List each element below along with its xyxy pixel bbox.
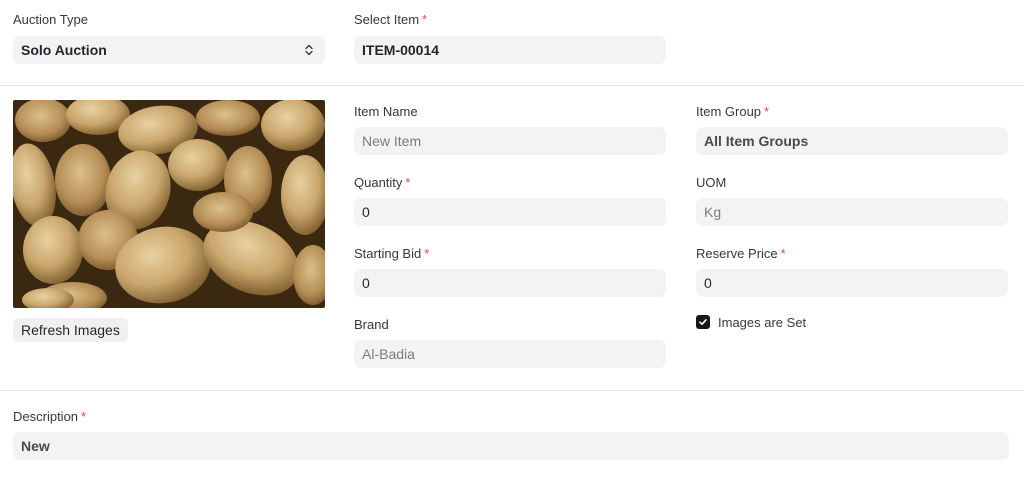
reserve-price-input[interactable]: 0 xyxy=(696,269,1008,297)
required-mark: * xyxy=(422,12,428,27)
item-group-field[interactable]: All Item Groups xyxy=(696,127,1008,155)
uom-label-text: UOM xyxy=(696,175,727,190)
quantity-value: 0 xyxy=(362,204,370,220)
brand-field[interactable]: Al-Badia xyxy=(354,340,666,368)
item-group-value: All Item Groups xyxy=(704,133,809,149)
required-mark: * xyxy=(764,104,770,119)
images-set-checkbox[interactable] xyxy=(696,315,710,329)
reserve-price-value: 0 xyxy=(704,275,712,291)
select-item-label: Select Item * xyxy=(354,12,427,28)
check-icon xyxy=(699,319,707,325)
select-item-value: ITEM-00014 xyxy=(362,42,440,58)
required-mark: * xyxy=(405,175,411,190)
required-mark: * xyxy=(81,409,87,424)
brand-label-text: Brand xyxy=(354,317,389,332)
starting-bid-label-text: Starting Bid xyxy=(354,246,422,261)
reserve-price-label: Reserve Price * xyxy=(696,246,786,262)
quantity-label-text: Quantity xyxy=(354,175,403,190)
quantity-input[interactable]: 0 xyxy=(354,198,666,226)
refresh-images-label: Refresh Images xyxy=(21,322,120,338)
starting-bid-input[interactable]: 0 xyxy=(354,269,666,297)
images-set-label-text: Images are Set xyxy=(718,315,807,330)
required-mark: * xyxy=(424,246,430,261)
item-group-label-text: Item Group xyxy=(696,104,762,119)
auction-type-label: Auction Type xyxy=(13,12,88,28)
chevron-up-down-icon xyxy=(305,36,313,64)
uom-field[interactable]: Kg xyxy=(696,198,1008,226)
refresh-images-button[interactable]: Refresh Images xyxy=(13,318,128,342)
select-item-label-text: Select Item xyxy=(354,12,420,27)
item-name-input[interactable]: New Item xyxy=(354,127,666,155)
starting-bid-label: Starting Bid * xyxy=(354,246,429,262)
description-value: New xyxy=(21,438,50,454)
brand-value: Al-Badia xyxy=(362,346,415,362)
reserve-price-label-text: Reserve Price xyxy=(696,246,778,261)
item-image xyxy=(13,100,325,308)
uom-value: Kg xyxy=(704,204,722,220)
item-group-label: Item Group * xyxy=(696,104,769,120)
section-divider xyxy=(0,85,1024,86)
starting-bid-value: 0 xyxy=(362,275,370,291)
auction-type-label-text: Auction Type xyxy=(13,12,88,27)
item-name-label: Item Name xyxy=(354,104,418,120)
auction-type-select[interactable]: Solo Auction xyxy=(13,36,325,64)
item-name-label-text: Item Name xyxy=(354,104,418,119)
brand-label: Brand xyxy=(354,317,389,333)
required-mark: * xyxy=(780,246,786,261)
quantity-label: Quantity * xyxy=(354,175,410,191)
description-label-text: Description xyxy=(13,409,79,424)
description-label: Description * xyxy=(13,409,86,425)
auction-type-value: Solo Auction xyxy=(21,42,107,58)
select-item-field[interactable]: ITEM-00014 xyxy=(354,36,666,64)
section-divider xyxy=(0,390,1024,391)
images-set-label: Images are Set xyxy=(718,315,806,331)
uom-label: UOM xyxy=(696,175,726,191)
item-name-placeholder: New Item xyxy=(362,133,422,149)
description-field[interactable]: New xyxy=(13,432,1009,460)
